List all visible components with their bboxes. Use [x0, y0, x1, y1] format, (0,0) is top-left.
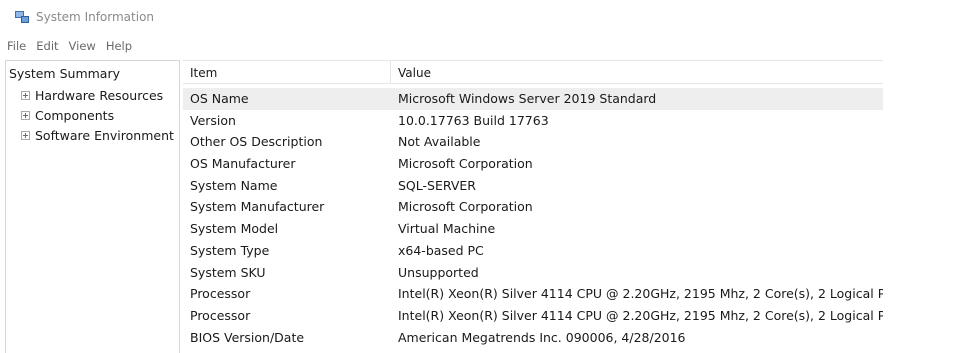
column-header-value[interactable]: Value [391, 61, 883, 83]
cell-item: BIOS Version/Date [190, 329, 305, 345]
tree-item-components[interactable]: Components [21, 107, 114, 123]
menu-view[interactable]: View [64, 39, 101, 53]
table-row[interactable]: System SKU Unsupported [183, 262, 883, 284]
cell-item: System Model [190, 221, 279, 237]
cell-value: Not Available [398, 134, 481, 150]
table-row[interactable]: System Name SQL-SERVER [183, 175, 883, 197]
cell-value: Intel(R) Xeon(R) Silver 4114 CPU @ 2.20G… [398, 286, 883, 302]
table-row[interactable]: BIOS Version/Date American Megatrends In… [183, 327, 883, 349]
cell-item: Processor [190, 307, 251, 323]
category-tree[interactable]: System Summary Hardware Resources Compon… [5, 60, 180, 353]
table-row[interactable]: System Manufacturer Microsoft Corporatio… [183, 196, 883, 218]
table-row[interactable]: OS Name Microsoft Windows Server 2019 St… [183, 88, 883, 110]
cell-value: Intel(R) Xeon(R) Silver 4114 CPU @ 2.20G… [398, 307, 883, 323]
list-header: Item Value [183, 60, 883, 84]
details-list[interactable]: Item Value OS Name Microsoft Windows Ser… [183, 60, 891, 353]
table-row[interactable]: Processor Intel(R) Xeon(R) Silver 4114 C… [183, 283, 883, 305]
cell-value: Unsupported [398, 264, 479, 280]
cell-value: American Megatrends Inc. 090006, 4/28/20… [398, 329, 686, 345]
cell-item: Processor [190, 286, 251, 302]
tree-item-label: Hardware Resources [35, 87, 164, 103]
table-row[interactable]: Version 10.0.17763 Build 17763 [183, 110, 883, 132]
title-bar: System Information [0, 0, 961, 34]
tree-item-label: Components [35, 107, 115, 123]
tree-item-software-environment[interactable]: Software Environment [21, 127, 174, 143]
expand-icon[interactable] [21, 90, 30, 100]
tree-item-hardware-resources[interactable]: Hardware Resources [21, 87, 163, 103]
cell-item: Version [190, 112, 236, 128]
list-rows: OS Name Microsoft Windows Server 2019 St… [183, 88, 891, 348]
cell-item: System Type [190, 242, 270, 258]
cell-value: Microsoft Corporation [398, 156, 533, 172]
cell-item: System Manufacturer [190, 199, 325, 215]
cell-value: Virtual Machine [398, 221, 496, 237]
system-information-icon [15, 11, 29, 23]
window-title: System Information [36, 10, 155, 24]
cell-item: OS Name [190, 91, 249, 106]
column-header-item[interactable]: Item [183, 61, 391, 83]
cell-value: Microsoft Windows Server 2019 Standard [398, 91, 657, 106]
table-row[interactable]: OS Manufacturer Microsoft Corporation [183, 153, 883, 175]
table-row[interactable]: System Type x64-based PC [183, 240, 883, 262]
tree-item-system-summary[interactable]: System Summary [9, 66, 120, 81]
menu-bar: File Edit View Help [0, 36, 137, 56]
table-row[interactable]: System Model Virtual Machine [183, 218, 883, 240]
cell-item: OS Manufacturer [190, 156, 296, 172]
menu-file[interactable]: File [0, 39, 31, 53]
cell-value: Microsoft Corporation [398, 199, 533, 215]
cell-item: Other OS Description [190, 134, 323, 150]
tree-item-label: Software Environment [35, 127, 174, 143]
cell-value: x64-based PC [398, 242, 484, 258]
cell-item: System Name [190, 177, 278, 193]
table-row[interactable]: Other OS Description Not Available [183, 131, 883, 153]
expand-icon[interactable] [21, 130, 30, 140]
table-row[interactable]: Processor Intel(R) Xeon(R) Silver 4114 C… [183, 305, 883, 327]
cell-value: SQL-SERVER [398, 177, 476, 193]
cell-value: 10.0.17763 Build 17763 [398, 112, 549, 128]
cell-item: System SKU [190, 264, 266, 280]
menu-help[interactable]: Help [101, 39, 137, 53]
expand-icon[interactable] [21, 110, 30, 120]
menu-edit[interactable]: Edit [31, 39, 63, 53]
